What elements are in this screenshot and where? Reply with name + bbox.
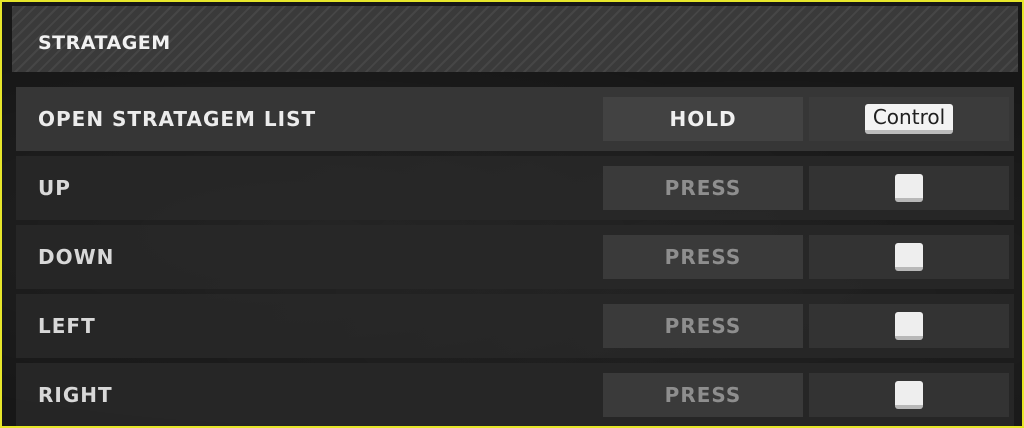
action-mode-button[interactable]: PRESS (603, 373, 803, 417)
keybind-panel: STRATAGEM OPEN STRATAGEM LIST HOLD Contr… (0, 0, 1024, 428)
keybind-row-left[interactable]: LEFT PRESS (16, 294, 1014, 358)
action-mode-button[interactable]: HOLD (603, 97, 803, 141)
key-binding-button[interactable] (809, 235, 1009, 279)
row-label: LEFT (38, 314, 96, 338)
row-label: DOWN (38, 245, 115, 269)
action-mode-button[interactable]: PRESS (603, 166, 803, 210)
key-binding-button[interactable] (809, 166, 1009, 210)
action-mode-button[interactable]: PRESS (603, 304, 803, 348)
row-label: OPEN STRATAGEM LIST (38, 107, 317, 131)
key-binding-button[interactable]: Control (809, 97, 1009, 141)
section-title: STRATAGEM (38, 32, 171, 54)
blank-keycap-icon (895, 174, 923, 202)
blank-keycap-icon (895, 312, 923, 340)
keybind-row-down[interactable]: DOWN PRESS (16, 225, 1014, 289)
row-label: RIGHT (38, 383, 113, 407)
control-key-icon: Control (864, 104, 954, 134)
key-binding-button[interactable] (809, 373, 1009, 417)
row-label: UP (38, 176, 71, 200)
action-mode-button[interactable]: PRESS (603, 235, 803, 279)
keybind-row-up[interactable]: UP PRESS (16, 156, 1014, 220)
blank-keycap-icon (895, 381, 923, 409)
keybind-row-open-stratagem-list[interactable]: OPEN STRATAGEM LIST HOLD Control (16, 87, 1014, 151)
blank-keycap-icon (895, 243, 923, 271)
keybind-row-right[interactable]: RIGHT PRESS (16, 363, 1014, 426)
section-header: STRATAGEM (12, 6, 1018, 72)
key-binding-button[interactable] (809, 304, 1009, 348)
